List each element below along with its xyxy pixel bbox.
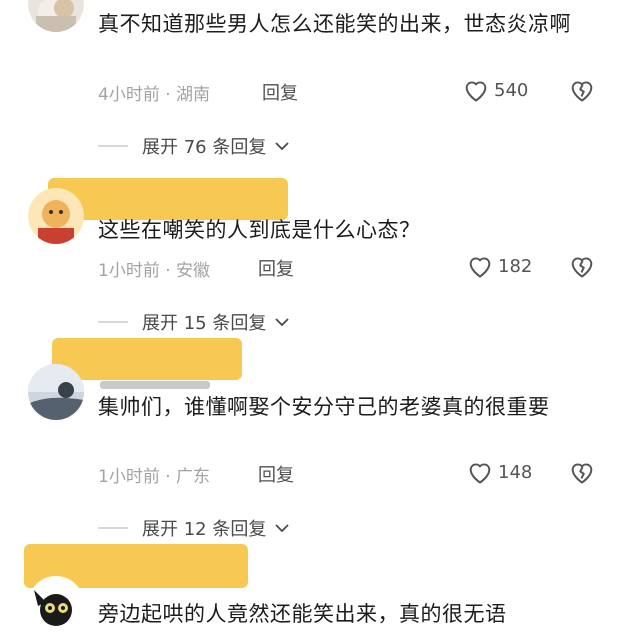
expand-replies[interactable]: 展开 12 条回复 bbox=[98, 515, 290, 541]
heart-outline-icon bbox=[469, 257, 491, 278]
dislike-button[interactable] bbox=[568, 459, 596, 489]
chevron-down-icon bbox=[275, 318, 289, 327]
comment-location: 湖南 bbox=[176, 85, 211, 105]
comment-time: 4小时前 bbox=[98, 85, 160, 105]
comment-text: 这些在嘲笑的人到底是什么心态？ bbox=[98, 218, 421, 242]
comment-meta: 1小时前 · 广东 bbox=[98, 467, 211, 487]
dislike-button[interactable] bbox=[568, 253, 596, 283]
comment-meta: 1小时前 · 安徽 bbox=[98, 261, 211, 281]
comment-text: 真不知道那些男人怎么还能笑的出来，世态炎凉啊 bbox=[98, 12, 571, 36]
comment-time: 1小时前 bbox=[98, 261, 160, 281]
comment-list: 真不知道那些男人怎么还能笑的出来，世态炎凉啊 4小时前 · 湖南 回复 540 … bbox=[0, 0, 623, 640]
avatar[interactable] bbox=[28, 576, 84, 632]
comment-text: 旁边起哄的人竟然还能笑出来，真的很无语 bbox=[98, 602, 507, 626]
heart-outline-icon bbox=[465, 81, 487, 102]
reply-button[interactable]: 回复 bbox=[258, 461, 294, 487]
dislike-button[interactable] bbox=[568, 77, 596, 107]
comment-meta: 4小时前 · 湖南 bbox=[98, 85, 211, 105]
avatar[interactable] bbox=[28, 364, 84, 420]
broken-heart-icon bbox=[571, 463, 593, 484]
like-button[interactable]: 182 bbox=[466, 253, 532, 279]
expand-replies[interactable]: 展开 15 条回复 bbox=[98, 309, 290, 335]
expand-replies[interactable]: 展开 76 条回复 bbox=[98, 133, 290, 159]
expand-replies-label[interactable]: 展开 15 条回复 bbox=[142, 309, 266, 335]
comment-location: 广东 bbox=[176, 467, 211, 487]
comment-time: 1小时前 bbox=[98, 467, 160, 487]
chevron-down-icon bbox=[275, 524, 289, 533]
expand-replies-label[interactable]: 展开 76 条回复 bbox=[142, 133, 266, 159]
like-button[interactable]: 148 bbox=[466, 459, 532, 485]
broken-heart-icon bbox=[571, 257, 593, 278]
like-button[interactable]: 540 bbox=[462, 77, 528, 103]
heart-outline-icon bbox=[469, 463, 491, 484]
reply-button[interactable]: 回复 bbox=[258, 255, 294, 281]
chevron-down-icon bbox=[275, 142, 289, 151]
like-count: 182 bbox=[498, 255, 533, 277]
broken-heart-icon bbox=[571, 81, 593, 102]
like-count: 148 bbox=[498, 461, 533, 483]
redaction-highlight bbox=[52, 338, 242, 380]
reply-button[interactable]: 回复 bbox=[262, 79, 298, 105]
comment-location: 安徽 bbox=[176, 261, 211, 281]
avatar[interactable] bbox=[28, 188, 84, 244]
expand-replies-label[interactable]: 展开 12 条回复 bbox=[142, 515, 266, 541]
comment-text: 集帅们，谁懂啊娶个安分守己的老婆真的很重要 bbox=[98, 395, 550, 419]
like-count: 540 bbox=[494, 79, 529, 101]
avatar[interactable] bbox=[28, 0, 84, 32]
